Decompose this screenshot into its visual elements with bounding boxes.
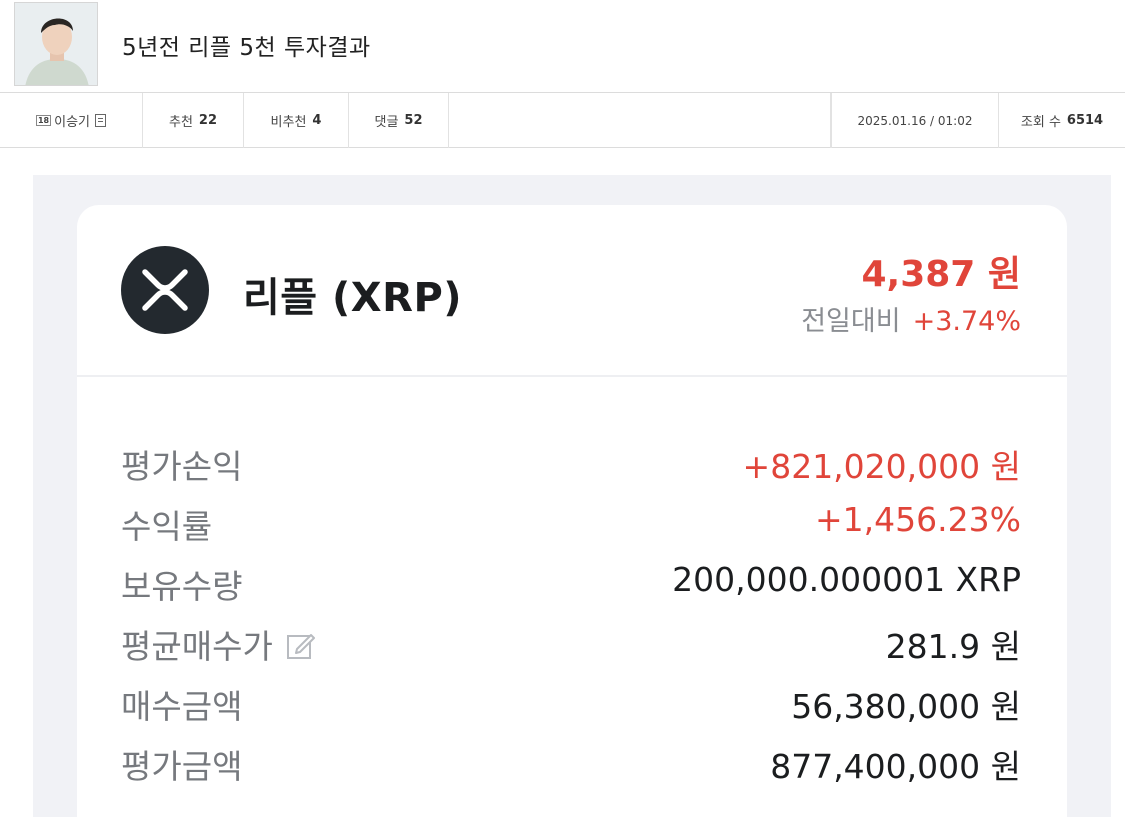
views-cell: 조회 수 6514 [999,93,1125,148]
row-value-buy-amount: 56,380,000 원 [791,687,1021,726]
views-label: 조회 수 [1020,115,1061,130]
row-label-return-rate: 수익률 [121,507,213,546]
row-value-quantity: 200,000.000001 XRP [672,560,1021,599]
avatar-image [15,3,97,85]
not-recommend-count: 4 [312,113,322,128]
change-label: 전일대비 [801,306,901,337]
author-name[interactable]: 이승기 [54,111,90,130]
current-price: 4,387 원 [861,254,1021,295]
comment-cell[interactable]: 댓글 52 [349,93,449,148]
row-label-profit: 평가손익 [121,447,243,486]
meta-spacer [449,93,831,148]
row-label-avg-price: 평균매수가 [121,620,317,669]
recommend-count: 22 [198,113,217,128]
asset-name: 리플 (XRP) [243,275,463,321]
row-value-profit: +821,020,000 원 [742,447,1021,486]
not-recommend-cell: 비추천 4 [244,93,349,148]
document-icon[interactable] [95,114,107,127]
not-recommend-label: 비추천 [270,115,307,130]
row-value-avg-price: 281.9 원 [885,627,1021,666]
datetime-cell: 2025.01.16 / 01:02 [831,93,999,148]
post-header: 5년전 리플 5천 투자결과 [0,0,1125,92]
daily-change: 전일대비 +3.74% [801,299,1021,338]
post-title: 5년전 리플 5천 투자결과 [122,35,371,61]
post-meta-bar: 18 이승기 추천 22 비추천 4 댓글 52 2025.01.16 / 01… [0,92,1125,148]
views-count: 6514 [1066,113,1104,128]
row-label-quantity: 보유수량 [121,567,243,606]
post-datetime: 2025.01.16 / 01:02 [857,113,973,128]
author-avatar[interactable] [14,2,98,86]
avg-price-label: 평균매수가 [121,627,273,666]
row-value-return-rate: +1,456.23% [815,500,1021,539]
xrp-logo-icon [121,246,209,334]
level-badge: 18 [35,115,52,126]
comment-label: 댓글 [374,115,399,130]
card-divider [77,375,1067,377]
row-label-buy-amount: 매수금액 [121,687,243,726]
change-value: +3.74% [912,306,1021,337]
recommend-cell: 추천 22 [143,93,244,148]
author-cell[interactable]: 18 이승기 [0,93,143,148]
row-label-eval-amount: 평가금액 [121,747,243,786]
row-value-eval-amount: 877,400,000 원 [770,747,1021,786]
edit-icon[interactable] [285,629,317,669]
comment-count: 52 [404,113,423,128]
recommend-label: 추천 [168,115,193,130]
